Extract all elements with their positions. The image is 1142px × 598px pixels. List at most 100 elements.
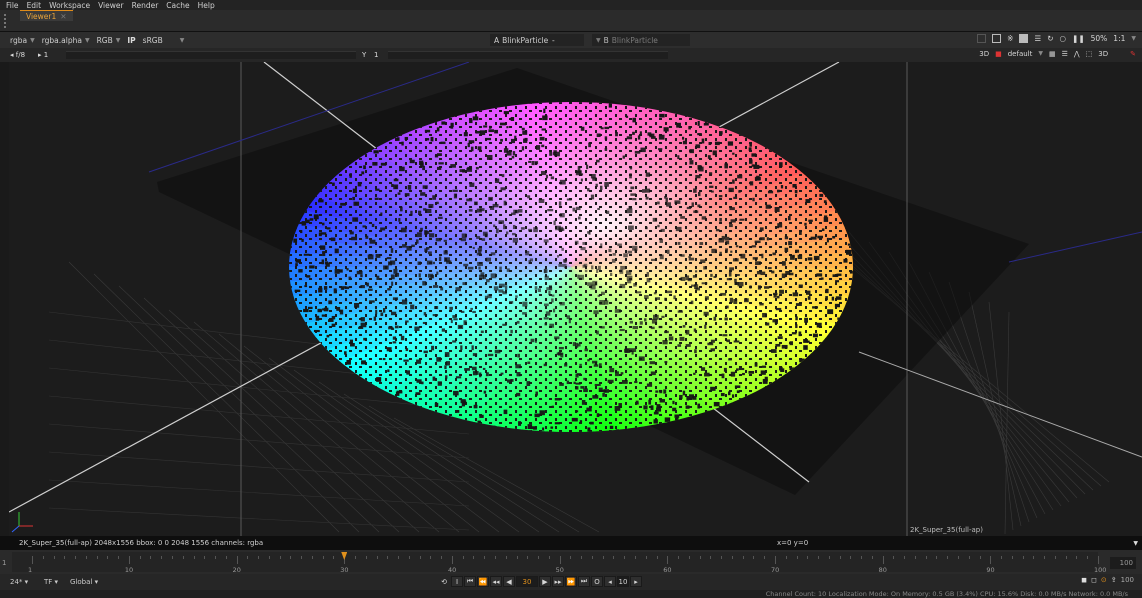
timeline-tick: [64, 556, 66, 559]
skip-forward-icon[interactable]: ▸: [630, 576, 642, 587]
curve-icon[interactable]: ⋀: [1074, 50, 1080, 58]
menu-help[interactable]: Help: [198, 1, 215, 10]
current-frame-field[interactable]: 30: [516, 576, 538, 587]
close-icon[interactable]: ✕: [60, 12, 66, 21]
timeline-tick: [774, 556, 776, 564]
step-size-field[interactable]: 10: [617, 576, 629, 587]
play-backward-icon[interactable]: ◀: [503, 576, 515, 587]
timeline-tick: [419, 556, 421, 559]
input-a-selector[interactable]: A BlinkParticle: [490, 34, 584, 46]
mode-3d-label[interactable]: 3D: [1098, 50, 1108, 58]
tab-viewer1[interactable]: Viewer1 ✕: [20, 10, 73, 21]
timeline-tick: [53, 556, 55, 559]
timeline-tick: [602, 556, 604, 559]
next-keyframe-icon[interactable]: ⏩: [565, 576, 577, 587]
gain-value[interactable]: ▸ 1: [38, 51, 48, 59]
paint-icon[interactable]: ✎: [1130, 50, 1136, 58]
chevron-down-icon[interactable]: ▼: [1133, 540, 1138, 547]
chevron-down-icon: ▼: [596, 36, 601, 44]
roi-icon[interactable]: [977, 34, 987, 43]
viewer-toolbar-right-2: 3D ■ default ▼ ▦ ☰ ⋀ ⬚ 3D ✎: [979, 50, 1136, 58]
timeline-tick: [678, 556, 680, 559]
ratio-dropdown[interactable]: 1:1: [1113, 34, 1125, 43]
cache-icon[interactable]: ⊙: [1101, 576, 1107, 584]
input-a-node: BlinkParticle: [502, 35, 549, 45]
tf-dropdown[interactable]: TF ▾: [44, 578, 58, 586]
viewer-canvas[interactable]: [9, 62, 1142, 536]
in-point-icon[interactable]: I: [451, 576, 463, 587]
clipping-icon[interactable]: ※: [1007, 34, 1013, 43]
fps-dropdown[interactable]: 24* ▾: [10, 578, 28, 586]
timeline-tick: [925, 556, 927, 559]
compare-icon[interactable]: ◻: [1091, 576, 1097, 584]
3d-scene[interactable]: [9, 62, 1142, 536]
refresh-icon[interactable]: ↻: [1047, 34, 1053, 43]
fstop-label[interactable]: ◂ f/8: [10, 51, 25, 59]
timeline-tick: [893, 556, 895, 559]
chevron-down-icon[interactable]: ▼: [1131, 35, 1136, 42]
render-icon[interactable]: ○: [1060, 34, 1067, 43]
mask-icon[interactable]: ☰: [1034, 34, 1041, 43]
lut-dropdown[interactable]: sRGB ▼: [143, 36, 185, 45]
playhead[interactable]: [341, 552, 348, 560]
chevron-down-icon: ▼: [30, 36, 35, 44]
channels-dropdown[interactable]: rgba ▼: [10, 36, 35, 45]
menu-render[interactable]: Render: [132, 1, 159, 10]
menu-file[interactable]: File: [6, 1, 19, 10]
display-mode-dropdown[interactable]: RGB ▼: [97, 36, 121, 45]
timeline-frame-label: 1: [28, 566, 33, 574]
timeline-ruler[interactable]: 1 10 20 30 40 50 60 70 80 90 100: [12, 552, 1106, 574]
timeline-tick: [1033, 556, 1035, 559]
zoom-dropdown[interactable]: 50%: [1091, 34, 1108, 43]
export-icon[interactable]: ⇪: [1111, 576, 1117, 584]
menu-edit[interactable]: Edit: [27, 1, 42, 10]
step-back-icon[interactable]: ◂◂: [490, 576, 502, 587]
compare-op-dropdown[interactable]: -: [548, 34, 559, 46]
gain-slider[interactable]: [66, 51, 356, 59]
last-frame-icon[interactable]: ⏭: [578, 576, 590, 587]
overlay-icon[interactable]: [992, 34, 1002, 43]
menu-cache[interactable]: Cache: [166, 1, 189, 10]
channels-value: rgba: [10, 35, 28, 45]
out-point-icon[interactable]: O: [591, 576, 603, 587]
camera-dropdown[interactable]: default: [1008, 50, 1033, 58]
frame-icon[interactable]: ⬚: [1086, 50, 1093, 58]
end-frame-display[interactable]: 100: [1121, 576, 1134, 584]
pause-icon[interactable]: ❚❚: [1072, 34, 1085, 43]
flipbook-icon[interactable]: ◼: [1081, 576, 1087, 584]
timeline[interactable]: 1 1 10 20 30 40 50 60 70 80 90 100 100: [0, 550, 1142, 574]
proxy-icon[interactable]: [1019, 34, 1029, 43]
start-frame[interactable]: 1: [2, 559, 6, 567]
input-process-toggle[interactable]: IP: [127, 36, 135, 45]
timeline-tick: [441, 556, 443, 559]
lock-icon[interactable]: ▦: [1049, 50, 1056, 58]
chevron-down-icon[interactable]: ▼: [1038, 50, 1043, 58]
gamma-slider[interactable]: [388, 51, 668, 59]
record-icon[interactable]: ■: [995, 50, 1002, 58]
timeline-tick: [753, 556, 755, 559]
input-b-selector[interactable]: ▼ B BlinkParticle: [592, 34, 690, 46]
range-dropdown[interactable]: Global ▾: [70, 578, 98, 586]
panel-grip-icon[interactable]: [4, 13, 12, 28]
timeline-tick: [1011, 556, 1013, 559]
align-icon[interactable]: ☰: [1062, 50, 1068, 58]
timeline-tick: [882, 556, 884, 564]
menu-viewer[interactable]: Viewer: [98, 1, 124, 10]
end-frame-field[interactable]: 100: [1110, 557, 1136, 569]
step-forward-icon[interactable]: ▸▸: [552, 576, 564, 587]
play-forward-icon[interactable]: ▶: [539, 576, 551, 587]
timeline-tick: [290, 556, 292, 559]
view-mode-dropdown[interactable]: 3D: [979, 50, 989, 58]
first-frame-icon[interactable]: ⏮: [464, 576, 476, 587]
prev-keyframe-icon[interactable]: ⏪: [477, 576, 489, 587]
timeline-tick: [1044, 556, 1046, 559]
timeline-tick: [1065, 556, 1067, 559]
skip-back-icon[interactable]: ◂: [604, 576, 616, 587]
gamma-value[interactable]: 1: [374, 51, 378, 59]
menu-workspace[interactable]: Workspace: [49, 1, 90, 10]
timeline-tick: [42, 556, 44, 559]
alpha-channel-dropdown[interactable]: rgba.alpha ▼: [42, 36, 90, 45]
timeline-tick: [505, 556, 507, 559]
timeline-tick: [914, 556, 916, 559]
loop-icon[interactable]: ⟲: [438, 576, 450, 587]
